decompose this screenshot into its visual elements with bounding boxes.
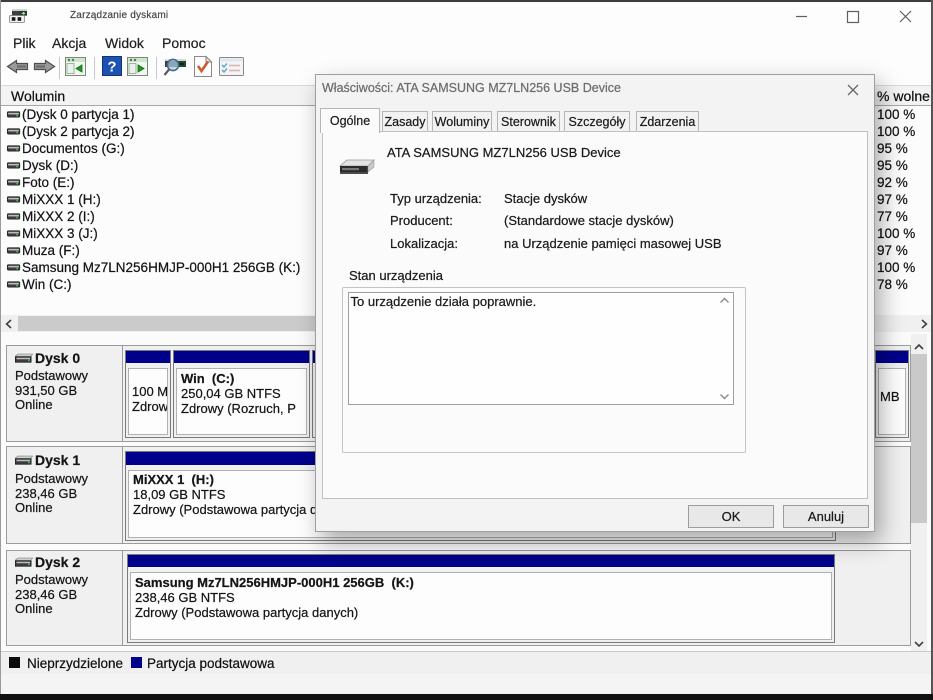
svg-text:?: ? — [107, 59, 116, 76]
